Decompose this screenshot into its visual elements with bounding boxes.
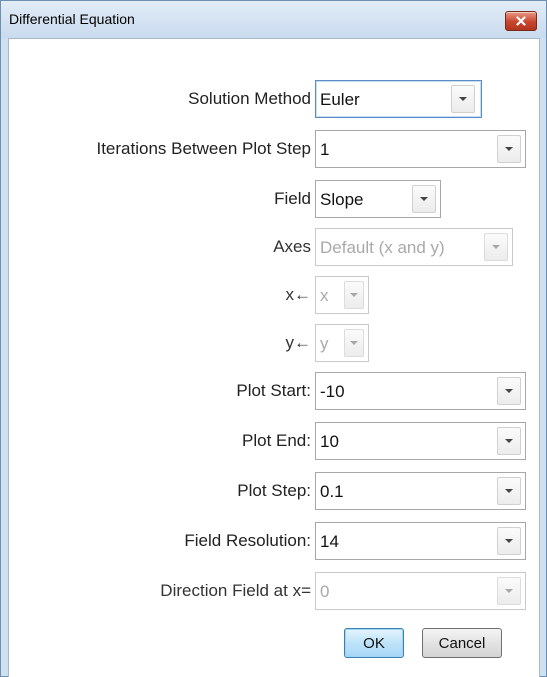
- close-button[interactable]: [505, 11, 537, 31]
- x-mapping-dropdown-button: [344, 281, 364, 309]
- plot-end-dropdown-button[interactable]: [497, 427, 521, 455]
- window-title: Differential Equation: [9, 11, 135, 27]
- iterations-dropdown-button[interactable]: [497, 135, 521, 163]
- field-resolution-select[interactable]: 14: [315, 522, 526, 560]
- chevron-down-icon: [492, 245, 500, 249]
- cancel-button[interactable]: Cancel: [422, 628, 502, 658]
- plot-end-value: 10: [320, 432, 339, 451]
- axes-dropdown-button: [484, 233, 508, 261]
- plot-step-row: Plot Step: 0.1: [9, 472, 539, 512]
- plot-step-dropdown-button[interactable]: [497, 477, 521, 505]
- field-select[interactable]: Slope: [315, 180, 441, 218]
- x-mapping-label: x←: [285, 285, 312, 304]
- solution-method-select[interactable]: Euler: [315, 80, 482, 118]
- close-icon: [516, 16, 526, 26]
- plot-start-label: Plot Start:: [236, 381, 311, 400]
- iterations-label: Iterations Between Plot Step: [96, 139, 311, 158]
- iterations-value: 1: [320, 140, 330, 159]
- direction-field-dropdown-button: [497, 577, 521, 605]
- plot-step-label: Plot Step:: [237, 481, 311, 500]
- axes-select: Default (x and y): [315, 228, 513, 266]
- y-mapping-row: y← y: [9, 324, 539, 364]
- chevron-down-icon: [350, 293, 358, 297]
- plot-end-row: Plot End: 10: [9, 422, 539, 462]
- chevron-down-icon: [505, 589, 513, 593]
- x-mapping-row: x← x: [9, 276, 539, 316]
- chevron-down-icon: [505, 539, 513, 543]
- y-mapping-select: y: [315, 324, 369, 362]
- chevron-down-icon: [420, 197, 428, 201]
- solution-method-dropdown-button[interactable]: [451, 85, 475, 113]
- x-mapping-value: x: [320, 286, 329, 305]
- iterations-select[interactable]: 1: [315, 130, 526, 168]
- chevron-down-icon: [505, 439, 513, 443]
- dialog-window: Differential Equation Solution Method Eu…: [0, 0, 547, 677]
- x-mapping-select: x: [315, 276, 369, 314]
- solution-method-value: Euler: [320, 90, 360, 109]
- y-mapping-label: y←: [285, 333, 312, 352]
- plot-end-label: Plot End:: [242, 431, 311, 450]
- y-mapping-value: y: [320, 334, 329, 353]
- direction-field-select: 0: [315, 572, 526, 610]
- field-value: Slope: [320, 190, 364, 209]
- plot-start-row: Plot Start: -10: [9, 372, 539, 412]
- direction-field-row: Direction Field at x= 0: [9, 572, 539, 612]
- field-label: Field: [274, 189, 311, 208]
- dialog-content: Solution Method Euler Iterations Between…: [8, 38, 540, 677]
- plot-start-value: -10: [320, 382, 345, 401]
- field-resolution-dropdown-button[interactable]: [497, 527, 521, 555]
- field-row: Field Slope: [9, 180, 539, 220]
- chevron-down-icon: [350, 341, 358, 345]
- field-resolution-label: Field Resolution:: [184, 531, 311, 550]
- chevron-down-icon: [505, 489, 513, 493]
- direction-field-value: 0: [320, 582, 330, 601]
- axes-label: Axes: [273, 237, 311, 256]
- y-mapping-dropdown-button: [344, 329, 364, 357]
- direction-field-label: Direction Field at x=: [160, 581, 311, 600]
- field-resolution-value: 14: [320, 532, 339, 551]
- plot-step-value: 0.1: [320, 482, 344, 501]
- chevron-down-icon: [459, 97, 467, 101]
- solution-method-row: Solution Method Euler: [9, 80, 539, 120]
- axes-value: Default (x and y): [320, 238, 445, 257]
- field-dropdown-button[interactable]: [412, 185, 436, 213]
- ok-button[interactable]: OK: [344, 628, 404, 658]
- iterations-row: Iterations Between Plot Step 1: [9, 130, 539, 170]
- chevron-down-icon: [505, 147, 513, 151]
- title-bar[interactable]: Differential Equation: [1, 1, 546, 38]
- plot-step-select[interactable]: 0.1: [315, 472, 526, 510]
- axes-row: Axes Default (x and y): [9, 228, 539, 268]
- chevron-down-icon: [505, 389, 513, 393]
- solution-method-label: Solution Method: [188, 89, 311, 108]
- plot-start-select[interactable]: -10: [315, 372, 526, 410]
- plot-start-dropdown-button[interactable]: [497, 377, 521, 405]
- plot-end-select[interactable]: 10: [315, 422, 526, 460]
- field-resolution-row: Field Resolution: 14: [9, 522, 539, 562]
